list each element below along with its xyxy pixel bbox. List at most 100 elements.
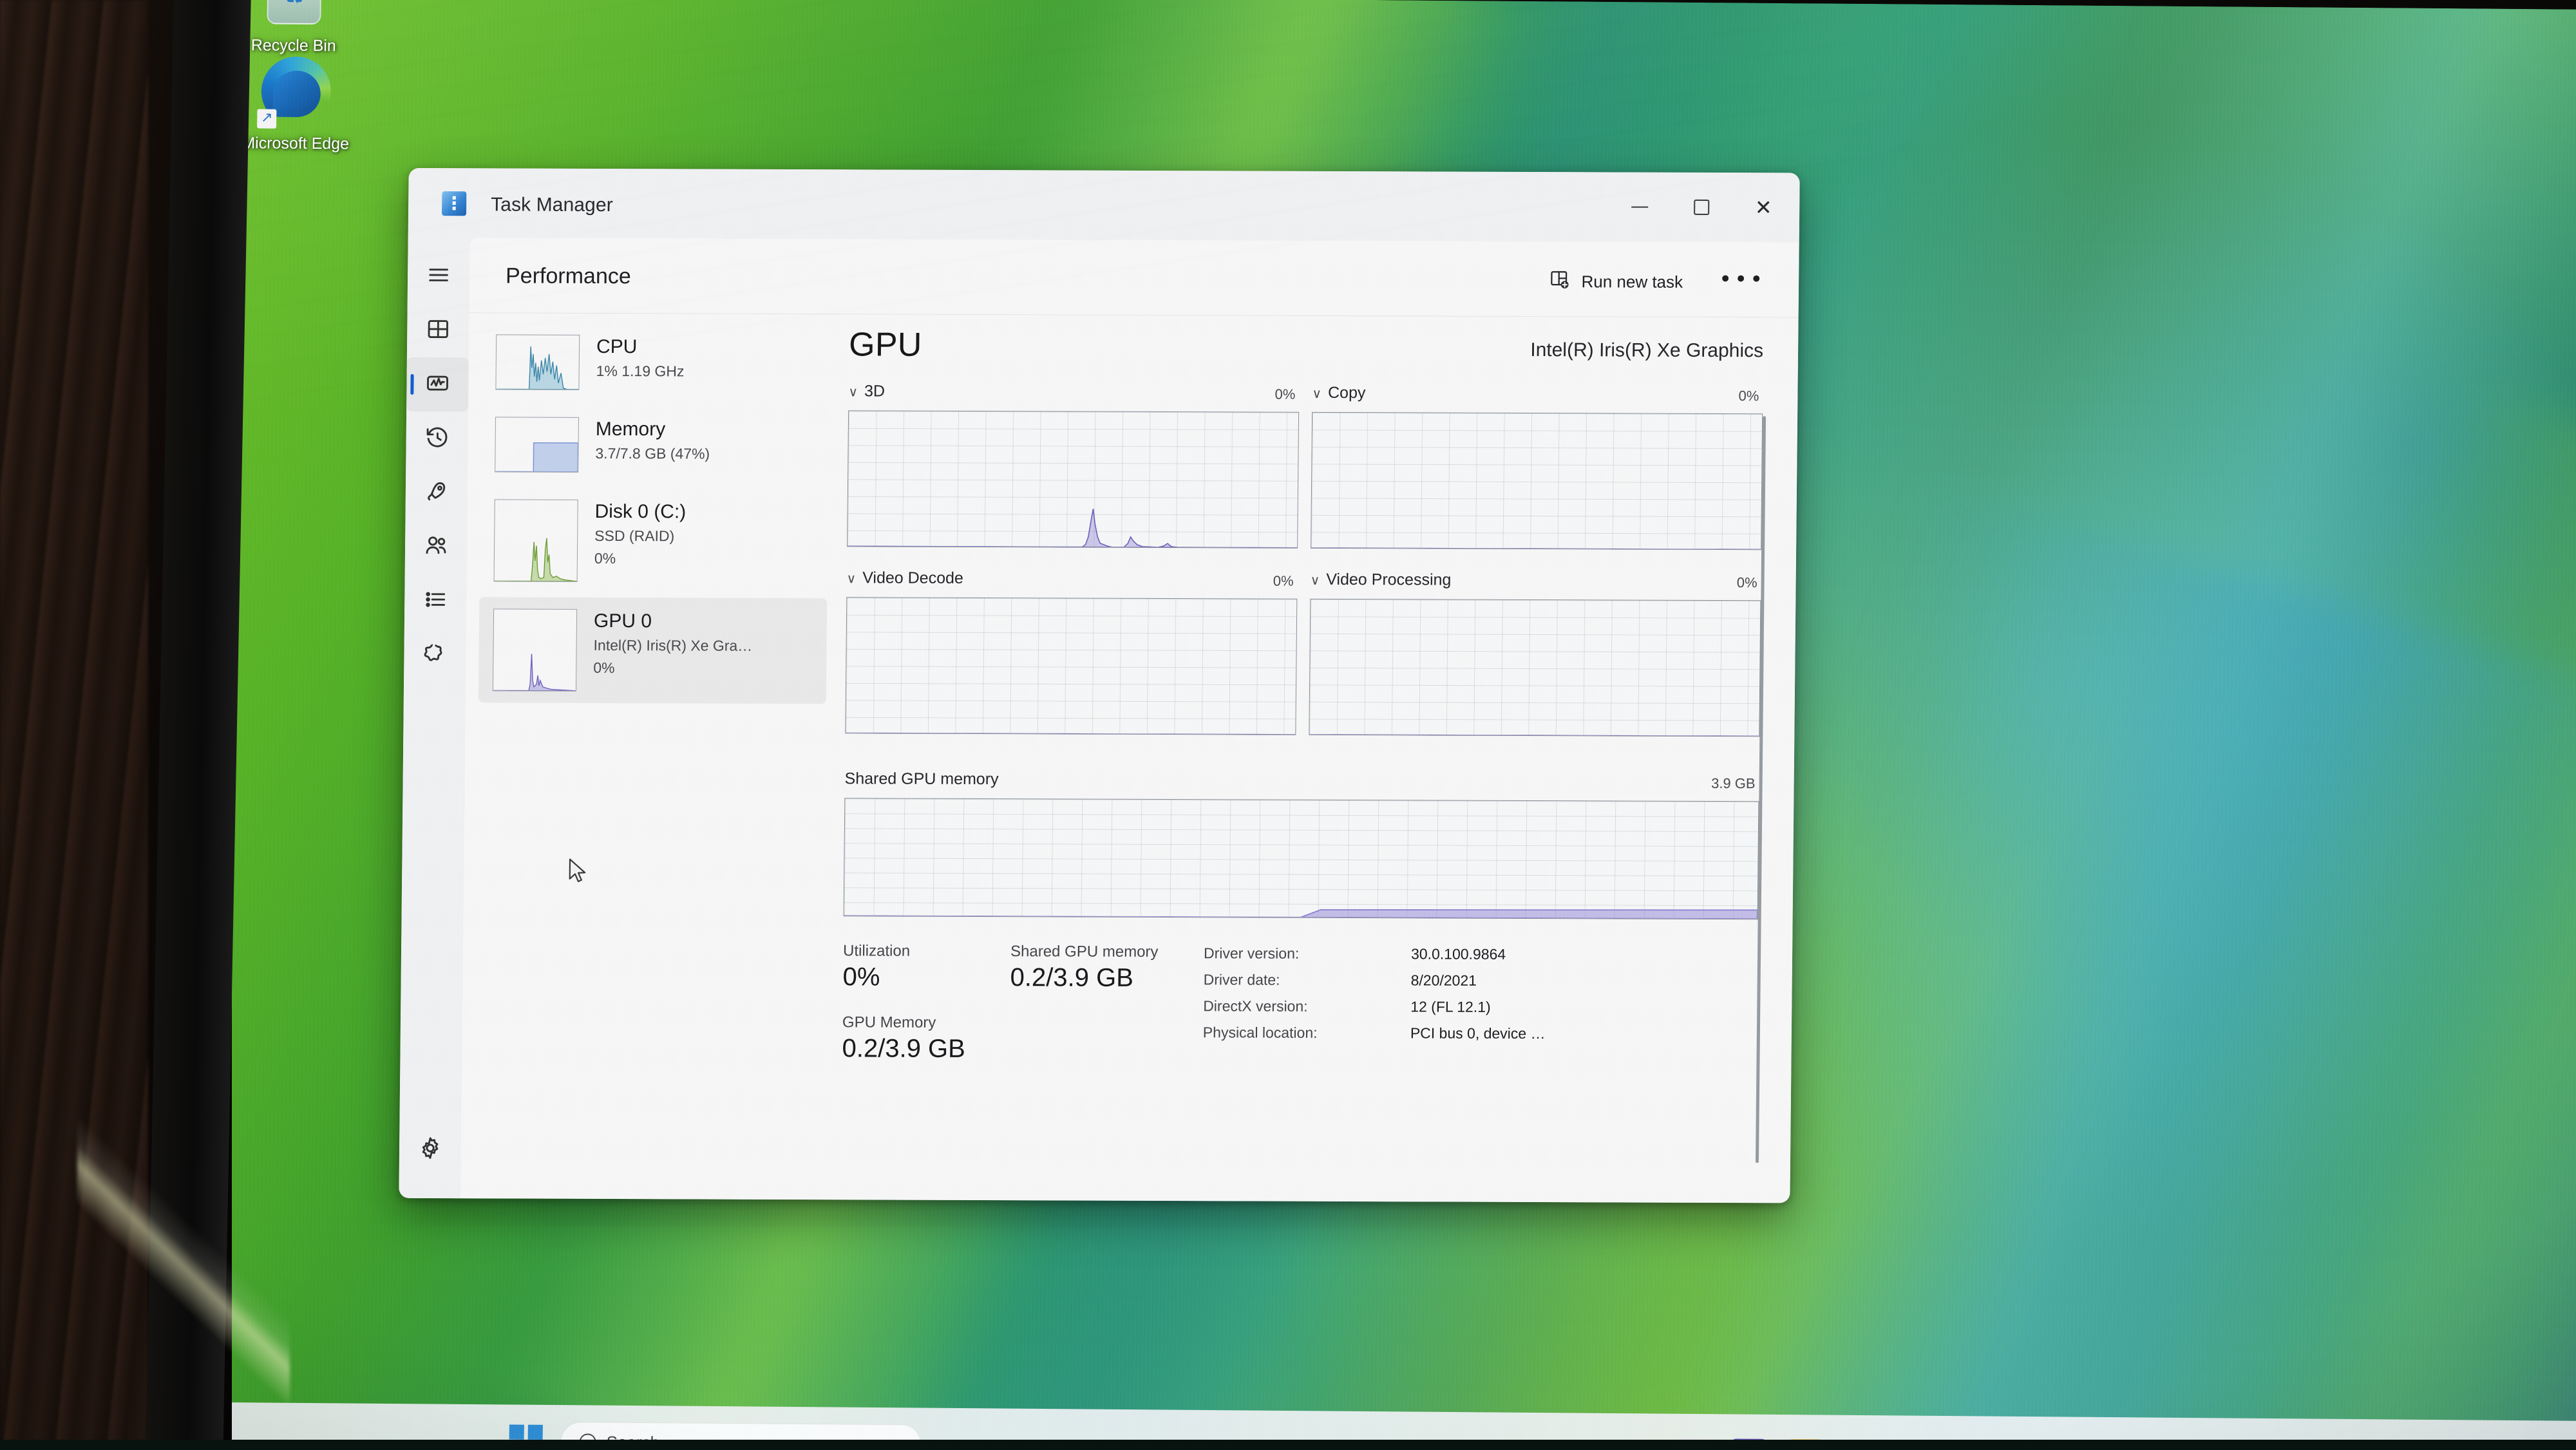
- minimize-button[interactable]: [1609, 172, 1671, 241]
- engine-value: 0%: [1273, 572, 1294, 589]
- shared-gpu-memory-graph: [843, 798, 1759, 920]
- stat-value: 0%: [842, 963, 880, 992]
- engine-name: Copy: [1327, 383, 1366, 402]
- resource-name: Disk 0 (C:): [594, 500, 687, 523]
- stat-key: Shared GPU memory: [1010, 943, 1159, 961]
- history-clock-icon: [424, 424, 450, 453]
- laptop-bezel-bottom: [0, 1440, 2576, 1450]
- stat-block-shared-memory: Shared GPU memory 0.2/3.9 GB: [1009, 943, 1204, 1086]
- nav-rail[interactable]: [399, 237, 470, 1199]
- sidebar-item-details[interactable]: [404, 574, 467, 628]
- gpu-spec-table: Driver version: 30.0.100.9864 Driver dat…: [1202, 943, 1757, 1088]
- stat-block-utilization: Utilization 0% GPU Memory 0.2/3.9 GB: [842, 942, 1010, 1086]
- shortcut-arrow-icon: ↗: [257, 109, 277, 129]
- resource-detail: Intel(R) Iris(R) Xe Gra…: [593, 636, 753, 654]
- resource-name: GPU 0: [593, 610, 652, 632]
- engine-name: Video Processing: [1326, 570, 1452, 589]
- maximize-button[interactable]: [1671, 173, 1733, 242]
- sidebar-item-app-history[interactable]: [406, 411, 468, 466]
- resource-item-cpu[interactable]: CPU 1% 1.19 GHz: [481, 323, 829, 402]
- run-new-task-icon: [1549, 268, 1571, 295]
- close-button[interactable]: ✕: [1732, 173, 1795, 242]
- resource-usage: 0%: [594, 550, 616, 567]
- engine-label-row[interactable]: ∨ Video Processing: [1311, 570, 1452, 590]
- task-manager-window[interactable]: ⋮ Task Manager ✕ Performance Run new tas…: [399, 167, 1800, 1203]
- windows-desktop[interactable]: ♻ Recycle Bin ↗ Microsoft Edge ⋮ Task Ma…: [206, 0, 2576, 1450]
- shared-memory-label: Shared GPU memory: [844, 769, 999, 789]
- sidebar-item-settings[interactable]: [399, 1125, 462, 1174]
- resource-item-memory[interactable]: Memory 3.7/7.8 GB (47%): [480, 405, 829, 485]
- spec-value: 30.0.100.9864: [1410, 945, 1506, 963]
- run-new-task-button[interactable]: Run new task: [1541, 263, 1690, 301]
- chevron-down-icon: ∨: [1310, 572, 1320, 588]
- chevron-down-icon: ∨: [848, 383, 858, 399]
- gpu-heading: GPU: [848, 326, 922, 364]
- users-icon: [423, 532, 449, 561]
- engine-label-row[interactable]: ∨ Copy: [1312, 384, 1365, 402]
- shared-memory-max: 3.9 GB: [1711, 775, 1756, 792]
- laptop-bezel-glint: [77, 1115, 290, 1418]
- sidebar-item-hamburger[interactable]: [408, 249, 470, 303]
- resource-detail: 1% 1.19 GHz: [596, 362, 685, 380]
- gpu-stats: Utilization 0% GPU Memory 0.2/3.9 GB Sha…: [842, 942, 1757, 1088]
- hamburger-icon: [426, 262, 451, 291]
- performance-page: Performance Run new task ••• CPU 1% 1.19…: [460, 238, 1799, 1203]
- laptop-screen-photo: ♻ Recycle Bin ↗ Microsoft Edge ⋮ Task Ma…: [0, 0, 2576, 1450]
- spec-value: 12 (FL 12.1): [1410, 998, 1491, 1015]
- sidebar-item-services[interactable]: [404, 628, 466, 682]
- services-gear-icon: [422, 641, 448, 670]
- engine-3d-graph: [847, 410, 1300, 549]
- engine-video-decode: ∨ Video Decode 0%: [845, 566, 1298, 735]
- resource-detail: 3.7/7.8 GB (47%): [595, 444, 710, 462]
- sidebar-item-processes[interactable]: [407, 303, 469, 357]
- engine-label-row[interactable]: ∨ Video Decode: [846, 569, 964, 588]
- engine-3d: ∨ 3D 0%: [847, 379, 1300, 549]
- close-icon: ✕: [1754, 195, 1772, 220]
- window-title: Task Manager: [491, 194, 613, 216]
- engine-value: 0%: [1738, 388, 1759, 404]
- resource-name: Memory: [595, 418, 666, 440]
- resource-item-gpu[interactable]: GPU 0 Intel(R) Iris(R) Xe Gra… 0%: [478, 597, 828, 704]
- engine-value: 0%: [1736, 574, 1757, 591]
- shared-gpu-memory-block: Shared GPU memory 3.9 GB: [843, 768, 1759, 920]
- engine-copy-graph: [1311, 411, 1763, 551]
- header-divider: [469, 312, 1799, 318]
- window-titlebar[interactable]: ⋮ Task Manager ✕: [408, 167, 1800, 243]
- chevron-down-icon: ∨: [846, 570, 857, 586]
- chevron-down-icon: ∨: [1312, 385, 1322, 401]
- processes-grid-icon: [425, 316, 451, 345]
- engine-video-decode-graph: [845, 597, 1298, 735]
- disk-thumbnail-graph: [493, 499, 578, 582]
- sidebar-item-startup-apps[interactable]: [405, 466, 468, 520]
- page-header: Performance Run new task •••: [469, 238, 1799, 318]
- spec-key: Driver date:: [1203, 971, 1280, 988]
- stat-value: 0.2/3.9 GB: [842, 1034, 966, 1063]
- spec-value: 8/20/2021: [1410, 972, 1477, 989]
- engine-label-row[interactable]: ∨ 3D: [848, 382, 885, 400]
- more-options-button[interactable]: •••: [1718, 265, 1766, 295]
- task-manager-icon: ⋮: [441, 191, 467, 216]
- gpu-detail-panel: GPU Intel(R) Iris(R) Xe Graphics ∨ 3D 0%…: [840, 324, 1775, 1203]
- sidebar-item-performance[interactable]: [406, 357, 469, 412]
- stat-key: GPU Memory: [842, 1013, 936, 1031]
- rocket-icon: [424, 478, 450, 507]
- cpu-thumbnail-graph: [495, 334, 580, 390]
- sidebar-item-users[interactable]: [405, 520, 468, 574]
- mouse-cursor: [567, 858, 589, 886]
- gpu-device-name: Intel(R) Iris(R) Xe Graphics: [1530, 339, 1764, 362]
- engine-video-processing: ∨ Video Processing 0%: [1309, 568, 1761, 737]
- page-title: Performance: [505, 263, 631, 289]
- performance-pulse-icon: [424, 370, 450, 399]
- list-details-icon: [422, 587, 448, 616]
- spec-key: Driver version:: [1203, 945, 1300, 962]
- resource-list[interactable]: CPU 1% 1.19 GHz Memory 3.7/7.8 GB (47%) …: [478, 323, 830, 708]
- engine-video-processing-graph: [1309, 598, 1761, 737]
- engine-graph-grid: ∨ 3D 0% ∨ Copy 0% ∨ Video Decode 0% ∨ Vi…: [845, 379, 1763, 737]
- run-new-task-label: Run new task: [1581, 272, 1683, 292]
- resource-item-disk[interactable]: Disk 0 (C:) SSD (RAID) 0%: [479, 487, 828, 594]
- resource-name: CPU: [596, 335, 638, 358]
- spec-key: DirectX version:: [1203, 997, 1308, 1015]
- ellipsis-icon: •••: [1718, 267, 1766, 293]
- engine-name: Video Decode: [862, 569, 964, 587]
- gpu-detail-header: GPU Intel(R) Iris(R) Xe Graphics: [849, 324, 1776, 382]
